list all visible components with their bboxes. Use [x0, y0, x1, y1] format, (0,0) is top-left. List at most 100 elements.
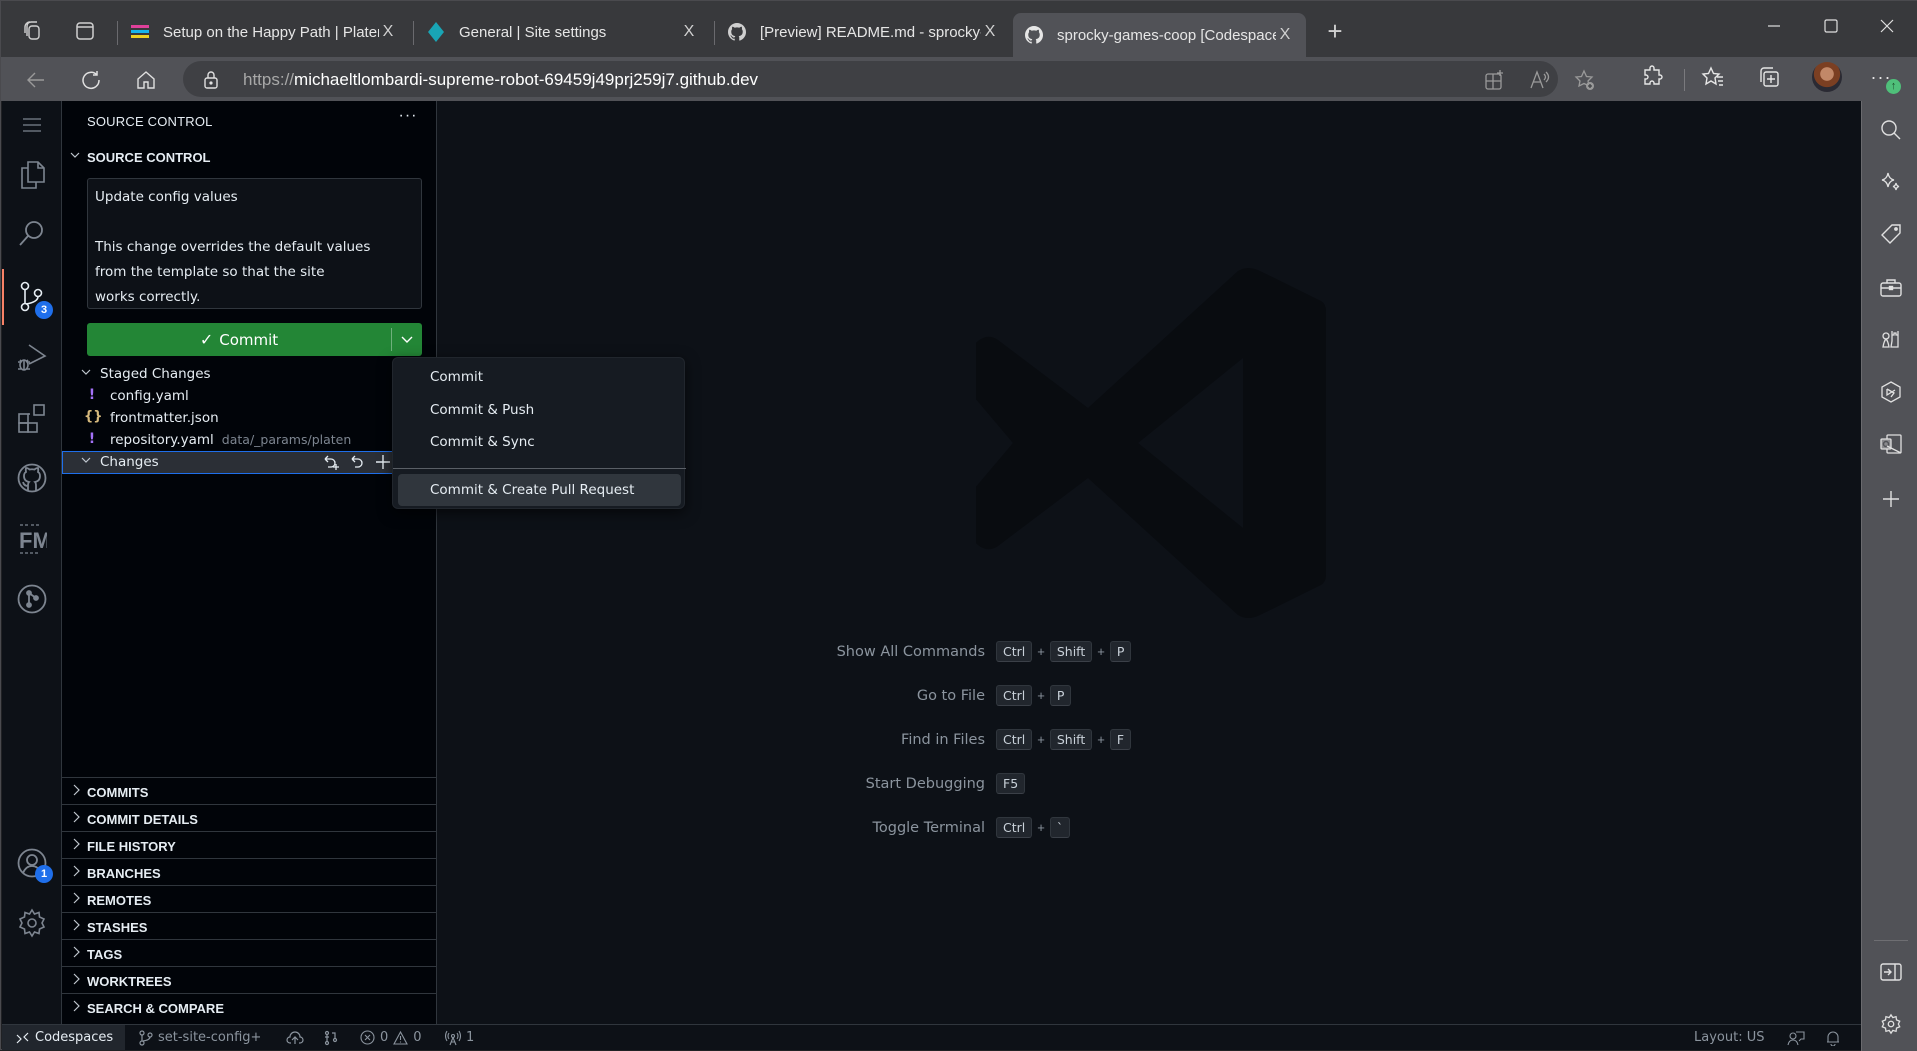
github-icon [728, 23, 746, 41]
pane-header-branches[interactable]: BRANCHES [62, 858, 437, 885]
shortcut-row: Find in Files Ctrl + Shift + F [702, 729, 1402, 753]
search-icon[interactable] [2, 210, 62, 258]
remote-icon [16, 1032, 29, 1043]
manage-gear-icon[interactable] [2, 895, 62, 951]
minimize-button[interactable] [1754, 11, 1794, 41]
commit-message-input[interactable]: Update config values This change overrid… [87, 178, 422, 309]
explorer-icon[interactable] [2, 151, 62, 199]
pane-header-stashes[interactable]: STASHES [62, 912, 437, 939]
tab-title: [Preview] README.md - sprocky- [760, 23, 981, 41]
refresh-button[interactable] [76, 65, 106, 95]
extensions-icon[interactable] [1639, 63, 1667, 91]
pane-header-commits[interactable]: COMMITS [62, 777, 437, 804]
tab-codespace[interactable]: sprocky-games-coop [Codespace X [1013, 13, 1306, 57]
feedback-icon[interactable] [1787, 1025, 1805, 1050]
ports-indicator[interactable]: 1 [445, 1025, 474, 1050]
menu-item-commit-push[interactable]: Commit & Push [398, 395, 681, 425]
radio-tower-icon [445, 1030, 461, 1045]
customize-gear-icon[interactable] [1878, 1011, 1904, 1037]
shopping-tag-icon[interactable] [1878, 221, 1904, 247]
source-control-sidebar: SOURCE CONTROL ··· SOURCE CONTROL Update… [62, 101, 437, 1024]
staged-changes-group[interactable]: Staged Changes [62, 363, 437, 385]
search-icon[interactable] [1878, 117, 1904, 143]
discard-changes-icon[interactable] [347, 452, 367, 472]
git-graph-icon[interactable] [2, 571, 62, 627]
tab-title: General | Site settings [459, 23, 607, 41]
address-bar[interactable]: https://michaeltlombardi-supreme-robot-6… [183, 61, 1594, 97]
back-button[interactable] [21, 65, 51, 95]
branch-indicator[interactable]: set-site-config+ [139, 1025, 261, 1050]
tab-close-button[interactable]: X [680, 23, 698, 41]
accounts-icon[interactable]: 1 [2, 835, 62, 891]
pane-header-file-history[interactable]: FILE HISTORY [62, 831, 437, 858]
menu-hamburger-icon[interactable] [2, 101, 62, 149]
maximize-button[interactable] [1811, 11, 1851, 41]
accounts-badge: 1 [35, 865, 53, 883]
tools-icon[interactable] [1878, 274, 1904, 300]
git-compare-icon [324, 1030, 338, 1045]
menu-item-commit-create-pr[interactable]: Commit & Create Pull Request [398, 474, 681, 506]
close-window-button[interactable] [1867, 11, 1907, 41]
commit-button[interactable]: ✓ Commit [87, 323, 391, 356]
home-button[interactable] [131, 65, 161, 95]
copilot-sparkle-icon[interactable] [1878, 169, 1904, 195]
source-control-icon[interactable]: 3 [2, 269, 62, 325]
menu-item-commit[interactable]: Commit [398, 362, 681, 392]
workspaces-icon[interactable] [21, 19, 45, 43]
tab-readme-preview[interactable]: [Preview] README.md - sprocky- X [716, 11, 1011, 53]
activity-bar: 3 FM 1 [2, 101, 62, 1024]
remote-indicator[interactable]: Codespaces [2, 1025, 126, 1050]
tab-platen[interactable]: Setup on the Happy Path | Platen X [119, 11, 409, 53]
git-graph-status-button[interactable] [323, 1025, 339, 1050]
more-actions-button[interactable]: ··· [396, 107, 420, 131]
extensions-icon[interactable] [2, 390, 62, 446]
chevron-right-icon [70, 864, 82, 881]
tab-close-button[interactable]: X [981, 23, 999, 41]
run-debug-icon[interactable] [2, 330, 62, 386]
chevron-right-icon [70, 810, 82, 827]
add-favorite-icon[interactable] [1573, 68, 1597, 92]
problems-indicator[interactable]: 0 0 [360, 1025, 422, 1050]
pane-header-tags[interactable]: TAGS [62, 939, 437, 966]
staged-file-row[interactable]: ! repository.yaml data/_params/platen [62, 429, 437, 451]
changes-group[interactable]: Changes [62, 451, 437, 474]
pane-header-search-compare[interactable]: SEARCH & COMPARE [62, 993, 437, 1020]
staged-file-row[interactable]: {} frontmatter.json [62, 407, 437, 429]
microsoft365-icon[interactable] [1878, 379, 1904, 405]
tab-site-settings[interactable]: General | Site settings X [415, 11, 710, 53]
github-icon[interactable] [2, 450, 62, 506]
notifications-bell-icon[interactable] [1826, 1025, 1840, 1050]
commit-dropdown-button[interactable] [392, 323, 422, 356]
add-sidebar-app-icon[interactable] [1878, 486, 1904, 512]
vertical-tabs-icon[interactable] [73, 19, 97, 43]
keyboard-layout-indicator[interactable]: Layout: US [1694, 1025, 1764, 1050]
games-icon[interactable] [1878, 326, 1904, 352]
pane-header-remotes[interactable]: REMOTES [62, 885, 437, 912]
menu-item-commit-sync[interactable]: Commit & Sync [398, 427, 681, 457]
status-bar: Codespaces set-site-config+ 0 0 1 Layout… [2, 1024, 1861, 1050]
app-available-icon[interactable] [1483, 68, 1507, 92]
pane-header-worktrees[interactable]: WORKTREES [62, 966, 437, 993]
new-tab-button[interactable]: + [1323, 16, 1347, 46]
url-text[interactable]: https://michaeltlombardi-supreme-robot-6… [243, 70, 758, 90]
front-matter-icon[interactable]: FM [2, 511, 62, 567]
svg-text:FM: FM [19, 528, 47, 553]
git-branch-icon [139, 1029, 153, 1046]
publish-branch-button[interactable] [286, 1025, 304, 1050]
profile-avatar[interactable] [1812, 62, 1842, 92]
favorites-icon[interactable] [1699, 63, 1727, 91]
lock-icon[interactable] [201, 69, 221, 89]
outlook-icon[interactable] [1878, 431, 1904, 457]
read-aloud-icon[interactable] [1528, 68, 1552, 92]
discard-all-and-stage-icon[interactable] [321, 452, 341, 472]
key: ` [1049, 817, 1071, 838]
collections-icon[interactable] [1755, 63, 1783, 91]
stage-all-icon[interactable] [373, 452, 393, 472]
tab-close-button[interactable]: X [1276, 26, 1294, 44]
hide-sidebar-icon[interactable] [1878, 959, 1904, 985]
tab-close-button[interactable]: X [379, 23, 397, 41]
source-control-section-header[interactable]: SOURCE CONTROL [62, 147, 437, 169]
pane-header-commit-details[interactable]: COMMIT DETAILS [62, 804, 437, 831]
menu-separator [393, 468, 686, 469]
staged-file-row[interactable]: ! config.yaml [62, 385, 437, 407]
